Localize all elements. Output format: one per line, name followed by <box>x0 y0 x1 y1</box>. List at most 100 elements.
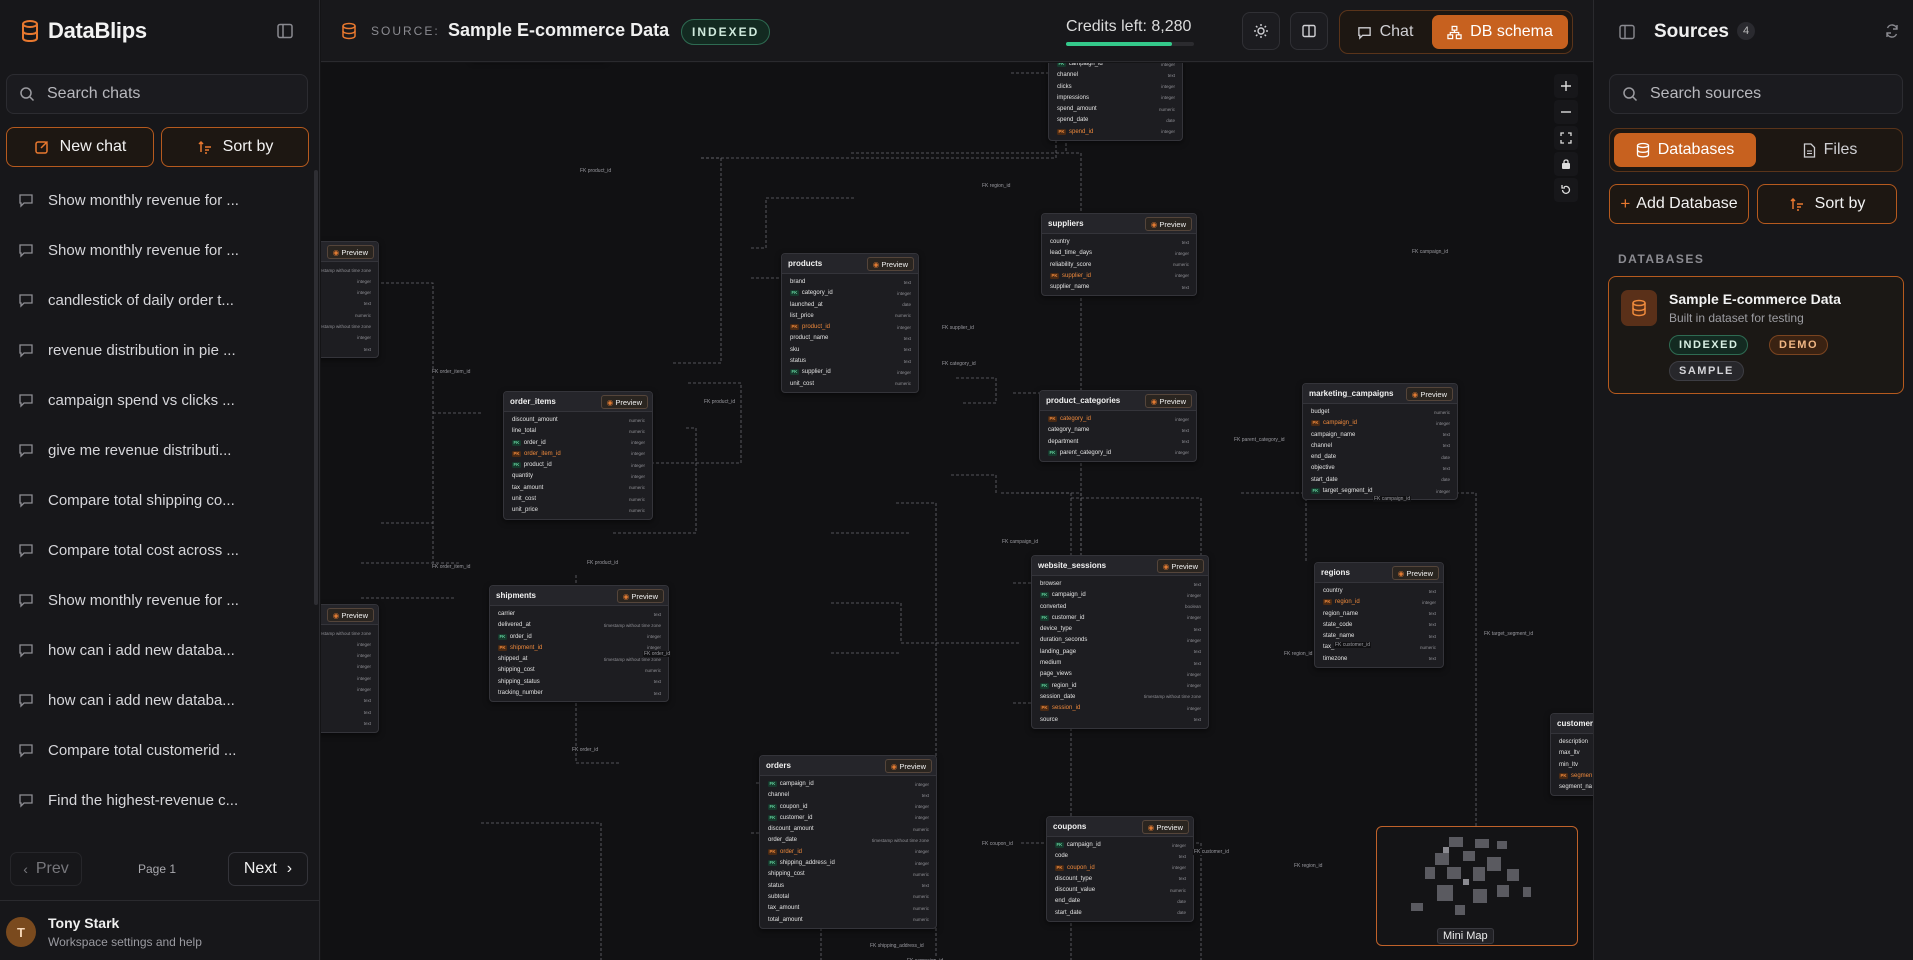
column-cell: FK coupon_id <box>768 803 808 810</box>
chat-list-item[interactable]: Show monthly revenue for ... <box>0 575 310 625</box>
fk-key-badge: FK <box>1055 842 1064 848</box>
schema-table-order-items[interactable]: order_items ◉ Preview discount_amount numeri… <box>503 391 653 520</box>
search-chats-field[interactable] <box>6 74 308 114</box>
database-card-icon <box>1621 290 1657 326</box>
schema-table-suppliers[interactable]: suppliers ◉ Preview country text lead_time_da… <box>1041 213 1197 297</box>
brand[interactable]: DataBlips <box>20 18 147 44</box>
table-column-row: PK session_id integer <box>1032 703 1208 714</box>
column-cell: shipping_cost <box>498 667 535 673</box>
tab-databases[interactable]: Databases <box>1614 133 1756 167</box>
preview-button[interactable]: ◉ Preview <box>326 608 374 622</box>
refresh-icon[interactable] <box>1884 23 1900 39</box>
new-chat-button[interactable]: New chat <box>6 127 154 167</box>
column-type: numeric <box>354 312 371 318</box>
column-cell: subtotal <box>768 894 789 900</box>
chat-list-item[interactable]: Compare total shipping co... <box>0 475 310 525</box>
preview-button[interactable]: ◉ Preview <box>1144 217 1192 231</box>
schema-table-shipments[interactable]: shipments ◉ Preview carrier text delivered_at… <box>489 585 669 703</box>
fit-view-button[interactable] <box>1554 126 1578 150</box>
search-chats-input[interactable] <box>47 85 287 103</box>
chat-list-item[interactable]: Compare total cost across ... <box>0 525 310 575</box>
preview-button[interactable]: ◉ Preview <box>1141 820 1189 834</box>
chat-bubble-icon <box>19 394 33 408</box>
chat-list-item[interactable]: Show monthly revenue for ... <box>0 225 310 275</box>
column-type: integer <box>357 290 371 296</box>
database-card[interactable]: Sample E-commerce Data Built in dataset … <box>1608 276 1904 394</box>
table-column-row: text <box>321 299 378 310</box>
pk-key-badge: PK <box>1055 864 1064 871</box>
preview-button[interactable]: ◉ Preview <box>1144 394 1192 408</box>
chat-list-item[interactable]: Compare total customerid ... <box>0 725 310 775</box>
column-name: supplier_id <box>801 369 831 376</box>
reset-view-button[interactable] <box>1554 178 1578 202</box>
chat-list-item[interactable]: how can i add new databa... <box>0 675 310 725</box>
chat-list-item[interactable]: candlestick of daily order t... <box>0 275 310 325</box>
schema-table[interactable]: FK campaign_id integer channel text clicks int… <box>1048 63 1183 142</box>
column-type: integer <box>631 473 645 479</box>
chat-list-scrollbar[interactable] <box>314 170 318 605</box>
chat-list-item[interactable]: campaign spend vs clicks ... <box>0 375 310 425</box>
preview-button[interactable]: ◉ Preview <box>1156 559 1204 573</box>
schema-table-coupons[interactable]: coupons ◉ Preview FK campaign_id integer code t… <box>1046 816 1194 923</box>
relationship-label: FK customer_id <box>1193 849 1231 855</box>
minimap-preview <box>1411 837 1531 915</box>
chat-bubble-icon <box>19 344 33 358</box>
search-sources-field[interactable] <box>1609 74 1903 114</box>
chat-view-button[interactable]: Chat <box>1344 15 1426 49</box>
preview-button[interactable]: ◉ Preview <box>600 395 648 409</box>
next-page-button[interactable]: Next › <box>228 852 308 886</box>
sources-panel: Sources 4 Databases Files + Add Database… <box>1593 0 1913 960</box>
preview-button[interactable]: ◉ Preview <box>616 589 664 603</box>
prev-page-button[interactable]: ‹ Prev <box>10 852 82 886</box>
zoom-in-button[interactable] <box>1554 74 1578 98</box>
schema-table[interactable]: ◉Preview timestamp without time zone integ… <box>321 604 379 733</box>
column-name: coupon_id <box>779 803 808 810</box>
credits-progress <box>1066 42 1194 46</box>
schema-table[interactable]: ◉Preview timestamp without time zone integ… <box>321 241 379 359</box>
schema-table-regions[interactable]: regions ◉ Preview country text PK region_id int… <box>1314 562 1444 669</box>
pk-key-badge: PK <box>1311 420 1320 427</box>
schema-table-marketing-campaigns[interactable]: marketing_campaigns ◉ Preview budget numeric… <box>1302 383 1458 501</box>
column-type: numeric <box>912 826 929 832</box>
schema-table-customer-[interactable]: customer_descriptionmax_ltvmin_ltvPKsegm… <box>1550 713 1593 797</box>
collapse-panel-icon[interactable] <box>1618 23 1636 41</box>
schema-table-products[interactable]: products ◉ Preview brand text FK category_id in… <box>781 253 919 393</box>
table-column-row: channel text <box>1303 441 1457 452</box>
schema-table-website-sessions[interactable]: website_sessions ◉ Preview browser text FK cam… <box>1031 555 1209 729</box>
column-type: numeric <box>1172 262 1189 268</box>
chat-list-item[interactable]: Show monthly revenue for ... <box>0 175 310 225</box>
search-sources-input[interactable] <box>1650 85 1890 103</box>
chat-bubble-icon <box>19 794 33 808</box>
column-name: category_name <box>1048 427 1090 434</box>
db-schema-view-button[interactable]: DB schema <box>1432 15 1568 49</box>
layout-toggle-button[interactable] <box>1290 12 1328 50</box>
chat-list-item[interactable]: Find the highest-revenue c... <box>0 775 310 825</box>
chat-list-item[interactable]: revenue distribution in pie ... <box>0 325 310 375</box>
preview-button[interactable]: ◉ Preview <box>866 257 914 271</box>
column-cell: channel <box>1057 72 1078 78</box>
lock-button[interactable] <box>1554 152 1578 176</box>
column-name: landing_page <box>1040 648 1077 655</box>
column-name: discount_amount <box>512 417 558 423</box>
user-profile[interactable]: T Tony Stark Workspace settings and help <box>0 900 320 960</box>
preview-button[interactable]: ◉ Preview <box>326 245 374 259</box>
zoom-out-button[interactable] <box>1554 100 1578 124</box>
add-database-button[interactable]: + Add Database <box>1609 184 1749 224</box>
schema-table-product-categories[interactable]: product_categories ◉ Preview PK category_id i… <box>1039 390 1197 463</box>
column-name: campaign_id <box>1051 592 1086 599</box>
preview-button[interactable]: ◉ Preview <box>1391 566 1439 580</box>
preview-button[interactable]: ◉ Preview <box>884 759 932 773</box>
schema-table-orders[interactable]: orders ◉ Preview FK campaign_id integer channe… <box>759 755 937 929</box>
column-type: numeric <box>1433 409 1450 415</box>
tab-files[interactable]: Files <box>1760 133 1900 167</box>
theme-toggle-button[interactable] <box>1242 12 1280 50</box>
minimap[interactable]: Mini Map <box>1376 826 1578 946</box>
chat-list-item[interactable]: how can i add new databa... <box>0 625 310 675</box>
sort-chats-button[interactable]: Sort by <box>161 127 309 167</box>
chat-list-item[interactable]: give me revenue distributi... <box>0 425 310 475</box>
collapse-sidebar-icon[interactable] <box>275 21 295 41</box>
fk-key-badge: FK <box>1040 592 1049 599</box>
sort-sources-button[interactable]: Sort by <box>1757 184 1897 224</box>
preview-button[interactable]: ◉ Preview <box>1405 387 1453 401</box>
table-column-row: country text <box>1042 237 1196 248</box>
